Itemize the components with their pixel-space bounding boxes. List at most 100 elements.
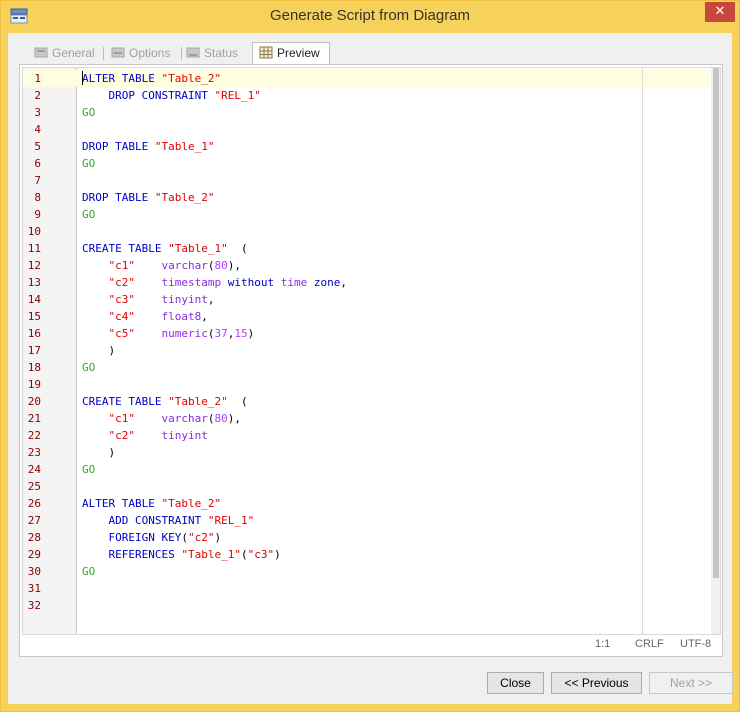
line-number: 10 bbox=[27, 225, 41, 238]
code-lines[interactable]: 1 ALTER TABLE "Table_2" 2 DROP CONSTRAINT … bbox=[23, 70, 710, 614]
line-number: 32 bbox=[27, 599, 41, 612]
code-token: , bbox=[340, 276, 347, 289]
code-line[interactable]: 22 "c2" tinyint bbox=[23, 427, 710, 444]
code-token: ALTER TABLE bbox=[82, 497, 162, 510]
status-icon bbox=[186, 47, 200, 58]
code-token: DROP TABLE bbox=[82, 191, 155, 204]
code-line[interactable]: 13 "c2" timestamp without time zone, bbox=[23, 274, 710, 291]
next-button[interactable]: Next >> bbox=[649, 672, 733, 694]
code-line[interactable]: 30 GO bbox=[23, 563, 710, 580]
scrollbar-thumb[interactable] bbox=[713, 68, 719, 578]
code-token: , bbox=[207, 293, 215, 306]
code-line[interactable]: 8 DROP TABLE "Table_2" bbox=[23, 189, 710, 206]
preview-icon bbox=[259, 46, 273, 59]
code-line[interactable]: 9 GO bbox=[23, 206, 710, 223]
tab-options[interactable]: Options bbox=[111, 43, 173, 63]
code-line[interactable]: 19 bbox=[23, 376, 710, 393]
title-bar[interactable]: Generate Script from Diagram ✕ bbox=[1, 1, 739, 33]
script-editor[interactable]: 1 ALTER TABLE "Table_2" 2 DROP CONSTRAINT … bbox=[22, 67, 721, 635]
code-token: "c4" bbox=[108, 310, 136, 323]
tab-general[interactable]: General bbox=[34, 43, 96, 63]
code-token: varchar bbox=[161, 412, 208, 425]
code-token: "c2" bbox=[108, 276, 136, 289]
tab-status-label: Status bbox=[204, 46, 239, 60]
code-token: , bbox=[201, 310, 208, 323]
code-line[interactable]: 20 CREATE TABLE "Table_2" ( bbox=[23, 393, 710, 410]
code-token: ), bbox=[227, 259, 241, 272]
code-token: GO bbox=[82, 361, 96, 374]
code-line[interactable]: 14 "c3" tinyint, bbox=[23, 291, 710, 308]
code-text: DROP TABLE "Table_1" bbox=[82, 138, 214, 155]
code-line[interactable]: 11 CREATE TABLE "Table_1" ( bbox=[23, 240, 710, 257]
code-line[interactable]: 32 bbox=[23, 597, 710, 614]
code-line[interactable]: 4 bbox=[23, 121, 710, 138]
code-text: ALTER TABLE "Table_2" bbox=[82, 495, 221, 512]
previous-button[interactable]: << Previous bbox=[551, 672, 642, 694]
code-line[interactable]: 5 DROP TABLE "Table_1" bbox=[23, 138, 710, 155]
code-line[interactable]: 16 "c5" numeric(37,15) bbox=[23, 325, 710, 342]
tab-separator bbox=[103, 47, 104, 60]
line-number: 12 bbox=[27, 259, 41, 272]
code-line[interactable]: 15 "c4" float8, bbox=[23, 308, 710, 325]
tab-preview-label: Preview bbox=[277, 46, 320, 60]
code-text: ) bbox=[82, 342, 115, 359]
line-number: 11 bbox=[27, 242, 41, 255]
code-line[interactable]: 1 ALTER TABLE "Table_2" bbox=[23, 70, 710, 87]
line-number: 17 bbox=[27, 344, 41, 357]
close-icon: ✕ bbox=[714, 4, 726, 19]
code-line[interactable]: 10 bbox=[23, 223, 710, 240]
code-line[interactable]: 25 bbox=[23, 478, 710, 495]
code-token: REFERENCES bbox=[108, 548, 182, 561]
line-number: 7 bbox=[34, 174, 41, 187]
code-line[interactable]: 29 REFERENCES "Table_1"("c3") bbox=[23, 546, 710, 563]
code-token: "REL_1" bbox=[214, 89, 261, 102]
code-line[interactable]: 31 bbox=[23, 580, 710, 597]
code-token: "c2" bbox=[187, 531, 215, 544]
tab-preview[interactable]: Preview bbox=[252, 42, 330, 64]
code-line[interactable]: 17 ) bbox=[23, 342, 710, 359]
code-line[interactable]: 24 GO bbox=[23, 461, 710, 478]
code-text: "c3" tinyint, bbox=[82, 291, 215, 308]
code-line[interactable]: 12 "c1" varchar(80), bbox=[23, 257, 710, 274]
code-text: ALTER TABLE "Table_2" bbox=[82, 70, 221, 87]
code-text: REFERENCES "Table_1"("c3") bbox=[82, 546, 281, 563]
code-token: GO bbox=[82, 157, 96, 170]
code-line[interactable]: 21 "c1" varchar(80), bbox=[23, 410, 710, 427]
line-number: 18 bbox=[27, 361, 41, 374]
code-line[interactable]: 7 bbox=[23, 172, 710, 189]
code-line[interactable]: 23 ) bbox=[23, 444, 710, 461]
tab-status[interactable]: Status bbox=[186, 43, 246, 63]
code-token: float8 bbox=[161, 310, 202, 323]
code-line[interactable]: 6 GO bbox=[23, 155, 710, 172]
code-line[interactable]: 2 DROP CONSTRAINT "REL_1" bbox=[23, 87, 710, 104]
encoding: UTF-8 bbox=[680, 638, 712, 650]
code-token: 15 bbox=[234, 327, 248, 340]
code-line[interactable]: 18 GO bbox=[23, 359, 710, 376]
code-token: ( bbox=[227, 395, 248, 408]
text-caret bbox=[82, 71, 83, 85]
code-line[interactable]: 27 ADD CONSTRAINT "REL_1" bbox=[23, 512, 710, 529]
dialog-window: Generate Script from Diagram ✕ General O… bbox=[0, 0, 740, 712]
vertical-scrollbar[interactable] bbox=[711, 68, 720, 634]
code-token: "Table_2" bbox=[161, 72, 222, 85]
code-token: ( bbox=[227, 242, 248, 255]
code-line[interactable]: 26 ALTER TABLE "Table_2" bbox=[23, 495, 710, 512]
code-token: timestamp bbox=[161, 276, 222, 289]
code-line[interactable]: 3 GO bbox=[23, 104, 710, 121]
code-text: "c2" tinyint bbox=[82, 427, 208, 444]
code-token: "Table_1" bbox=[154, 140, 215, 153]
close-button[interactable]: Close bbox=[487, 672, 544, 694]
code-text: GO bbox=[82, 359, 95, 376]
line-number: 4 bbox=[34, 123, 41, 136]
close-window-button[interactable]: ✕ bbox=[705, 2, 735, 22]
line-number: 5 bbox=[34, 140, 41, 153]
code-line[interactable]: 28 FOREIGN KEY("c2") bbox=[23, 529, 710, 546]
